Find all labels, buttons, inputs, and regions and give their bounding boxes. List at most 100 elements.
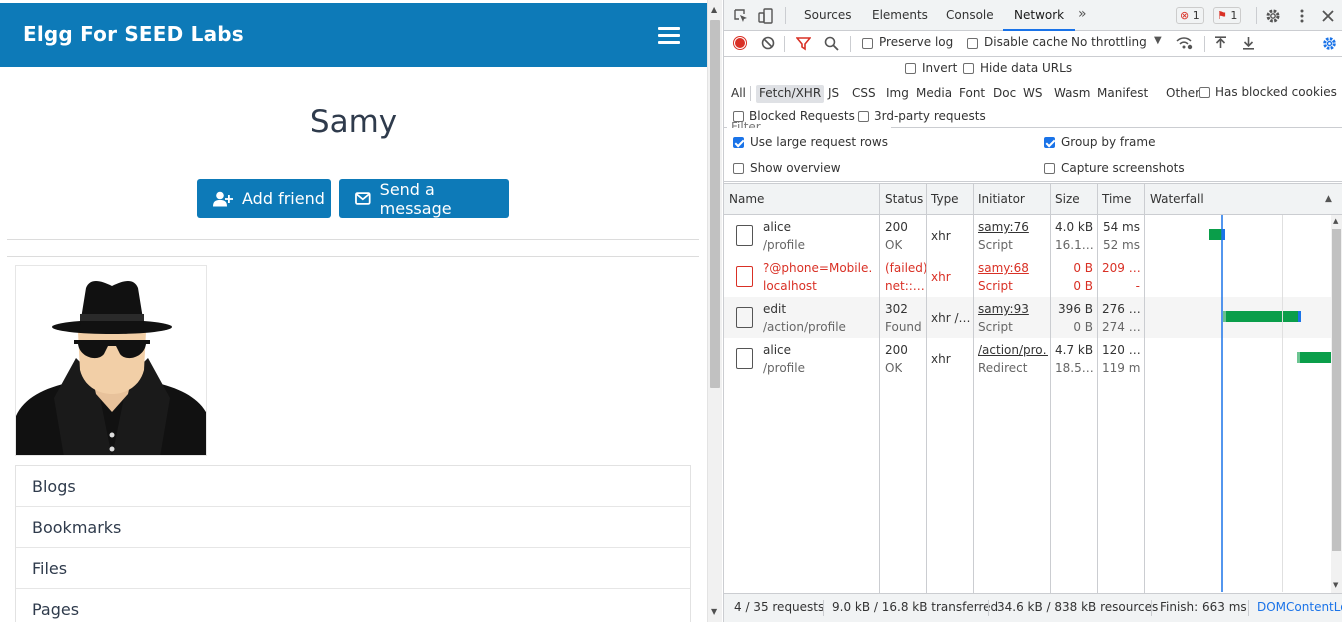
request-name: alice (763, 343, 792, 357)
column-type[interactable]: Type (931, 192, 959, 206)
finish-time: Finish: 663 ms (1160, 600, 1247, 614)
large-rows-label: Use large request rows (750, 135, 888, 149)
tab-console[interactable]: Console (946, 8, 994, 22)
request-size: 4.7 kB (1055, 343, 1093, 357)
filter-type-img[interactable]: Img (883, 85, 912, 103)
page-scrollbar[interactable]: ▲ ▼ (707, 0, 722, 622)
table-row[interactable]: edit /action/profile 302 Found xhr /… sa… (724, 297, 1331, 338)
menu-item-files[interactable]: Files (16, 548, 690, 589)
has-blocked-cookies-checkbox[interactable] (1199, 87, 1210, 98)
filter-icon[interactable] (796, 36, 811, 51)
page-scrollbar-thumb[interactable] (710, 20, 720, 388)
more-tabs-icon[interactable]: » (1078, 6, 1087, 22)
sort-ascending-icon[interactable]: ▲ (1325, 194, 1332, 204)
third-party-checkbox[interactable] (858, 111, 869, 122)
add-friend-button[interactable]: Add friend (197, 179, 331, 218)
invert-label: Invert (922, 61, 958, 75)
avatar[interactable] (15, 265, 207, 456)
column-time[interactable]: Time (1102, 192, 1131, 206)
error-badge[interactable]: ⊗ 1 (1176, 7, 1204, 24)
import-har-icon[interactable] (1214, 36, 1227, 50)
network-settings-gear-icon[interactable] (1322, 36, 1337, 51)
filter-type-css[interactable]: CSS (849, 85, 879, 103)
preserve-log-checkbox[interactable] (862, 38, 873, 49)
more-options-icon[interactable] (1294, 8, 1310, 24)
toolbar-separator (1256, 7, 1257, 24)
show-overview-checkbox[interactable] (733, 163, 744, 174)
hide-data-urls-checkbox[interactable] (963, 63, 974, 74)
request-latency: 274 … (1102, 320, 1140, 334)
request-initiator[interactable]: samy:93 (978, 302, 1029, 316)
large-rows-checkbox[interactable] (733, 137, 744, 148)
menu-item-pages[interactable]: Pages (16, 589, 690, 622)
table-row[interactable]: alice /profile 200 OK xhr /action/pro… R… (724, 338, 1331, 379)
invert-checkbox[interactable] (905, 63, 916, 74)
has-blocked-cookies-label: Has blocked cookies (1215, 85, 1337, 99)
column-name[interactable]: Name (729, 192, 764, 206)
device-toolbar-icon[interactable] (758, 8, 774, 24)
toolbar-separator (784, 36, 785, 52)
request-initiator[interactable]: /action/pro… (978, 343, 1048, 357)
scroll-up-icon[interactable]: ▲ (711, 6, 717, 14)
request-initiator[interactable]: samy:76 (978, 220, 1029, 234)
network-conditions-icon[interactable] (1176, 36, 1193, 50)
blocked-requests-checkbox[interactable] (733, 111, 744, 122)
status-separator (823, 600, 824, 616)
menu-item-bookmarks[interactable]: Bookmarks (16, 507, 690, 548)
request-initiator[interactable]: samy:68 (978, 261, 1029, 275)
search-icon[interactable] (824, 36, 839, 51)
column-waterfall[interactable]: Waterfall (1150, 192, 1204, 206)
issues-badge[interactable]: ⚑ 1 (1213, 7, 1242, 24)
filter-type-media[interactable]: Media (913, 85, 955, 103)
column-initiator[interactable]: Initiator (978, 192, 1025, 206)
table-row[interactable]: alice /profile 200 OK xhr samy:76 Script… (724, 215, 1331, 256)
column-size[interactable]: Size (1055, 192, 1080, 206)
settings-gear-icon[interactable] (1265, 8, 1281, 24)
group-by-frame-checkbox[interactable] (1044, 137, 1055, 148)
table-scrollbar-thumb[interactable] (1332, 229, 1341, 551)
table-scrollbar[interactable]: ▲ ▼ (1331, 215, 1342, 593)
disable-cache-checkbox[interactable] (967, 38, 978, 49)
request-type: xhr /… (931, 311, 971, 325)
tab-sources[interactable]: Sources (804, 8, 851, 22)
request-name: ?@phone=Mobile… (763, 261, 873, 275)
scroll-down-icon[interactable]: ▼ (1333, 581, 1338, 589)
hide-data-urls-label: Hide data URLs (980, 61, 1073, 75)
chevron-down-icon[interactable]: ▼ (1154, 35, 1162, 46)
request-size-resource: 16.1… (1055, 238, 1093, 252)
site-title[interactable]: Elgg For SEED Labs (23, 22, 244, 46)
add-friend-label: Add friend (242, 189, 325, 208)
hamburger-menu-icon[interactable] (658, 27, 680, 45)
filter-type-wasm[interactable]: Wasm (1051, 85, 1093, 103)
capture-screenshots-checkbox[interactable] (1044, 163, 1055, 174)
filter-type-manifest[interactable]: Manifest (1094, 85, 1151, 103)
clear-icon[interactable] (761, 36, 775, 50)
inspect-element-icon[interactable] (733, 8, 749, 24)
export-har-icon[interactable] (1242, 36, 1255, 50)
network-settings-area: Use large request rows Group by frame Sh… (724, 128, 1342, 182)
scroll-up-icon[interactable]: ▲ (1333, 217, 1338, 225)
filter-type-doc[interactable]: Doc (990, 85, 1019, 103)
request-type: xhr (931, 270, 951, 284)
toolbar-separator (850, 36, 851, 52)
tab-elements[interactable]: Elements (872, 8, 928, 22)
request-size-resource: 18.5… (1055, 361, 1093, 375)
filter-type-all[interactable]: All (728, 85, 749, 103)
send-message-button[interactable]: Send a message (339, 179, 509, 218)
record-icon[interactable] (733, 36, 747, 50)
filter-type-fetch-xhr[interactable]: Fetch/XHR (756, 85, 825, 103)
menu-item-blogs[interactable]: Blogs (16, 466, 690, 507)
filter-type-font[interactable]: Font (956, 85, 988, 103)
filter-type-js[interactable]: JS (825, 85, 842, 103)
envelope-icon (355, 192, 371, 205)
scroll-down-icon[interactable]: ▼ (711, 608, 717, 616)
request-path: /profile (763, 238, 805, 252)
filter-type-other[interactable]: Other (1163, 85, 1203, 103)
table-row[interactable]: ?@phone=Mobile… localhost (failed) net::… (724, 256, 1331, 297)
column-status[interactable]: Status (885, 192, 923, 206)
close-devtools-icon[interactable] (1321, 9, 1335, 23)
throttling-select[interactable]: No throttling (1071, 35, 1147, 49)
tab-network[interactable]: Network (1014, 8, 1064, 22)
filter-type-ws[interactable]: WS (1020, 85, 1045, 103)
issue-flag-icon: ⚑ (1217, 9, 1227, 22)
